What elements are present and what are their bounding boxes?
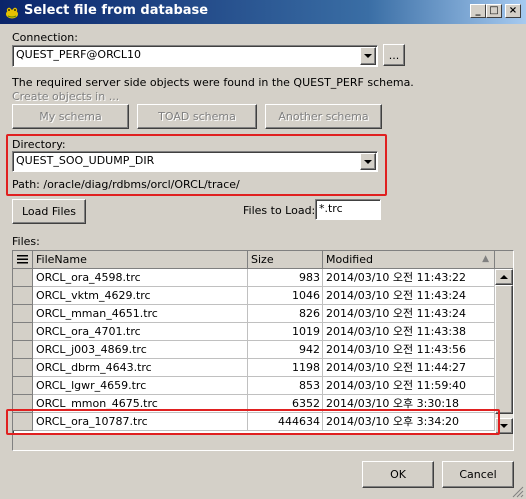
row-indicator[interactable] <box>13 305 33 323</box>
directory-dropdown-button[interactable] <box>360 153 376 170</box>
connection-browse-button[interactable]: ... <box>383 44 405 66</box>
horizontal-scrollbar[interactable] <box>13 434 513 450</box>
scroll-down-icon <box>500 424 508 428</box>
directory-label: Directory: <box>12 138 66 151</box>
create-objects-link[interactable]: Create objects in ... <box>12 90 119 103</box>
row-indicator[interactable] <box>13 359 33 377</box>
toad-app-icon <box>6 7 18 19</box>
column-header-modified-label: Modified <box>326 253 373 266</box>
grid-menu-header[interactable] <box>13 251 33 269</box>
maximize-icon: □ <box>489 5 499 16</box>
my-schema-button[interactable]: My schema <box>12 104 129 129</box>
chevron-down-icon <box>364 159 372 164</box>
ok-label: OK <box>390 468 406 481</box>
cell-modified: 2014/03/10 오전 11:43:24 <box>323 305 495 323</box>
directory-combo[interactable]: QUEST_SOO_UDUMP_DIR <box>12 151 378 172</box>
cell-size: 1046 <box>248 287 323 305</box>
scroll-up-icon <box>500 275 508 279</box>
table-row[interactable]: ORCL_mman_4651.trc 826 2014/03/10 오전 11:43… <box>13 305 495 323</box>
browse-label: ... <box>388 48 400 62</box>
cancel-label: Cancel <box>459 468 497 481</box>
cell-modified: 2014/03/10 오전 11:43:22 <box>323 269 495 287</box>
table-row[interactable]: ORCL_vktm_4629.trc 1046 2014/03/10 오전 11:4… <box>13 287 495 305</box>
maximize-button[interactable]: □ <box>486 4 502 18</box>
scroll-up-button[interactable] <box>495 269 513 285</box>
cell-modified: 2014/03/10 오전 11:59:40 <box>323 377 495 395</box>
connection-value: QUEST_PERF@ORCL10 <box>16 48 141 61</box>
connection-dropdown-button[interactable] <box>360 47 376 65</box>
cell-modified: 2014/03/10 오전 11:43:56 <box>323 341 495 359</box>
my-schema-label: My schema <box>39 110 102 123</box>
table-row[interactable]: ORCL_j003_4869.trc 942 2014/03/10 오전 11:43… <box>13 341 495 359</box>
chevron-down-icon <box>364 54 372 58</box>
cell-filename: ORCL_j003_4869.trc <box>33 341 248 359</box>
minimize-icon: _ <box>475 5 481 16</box>
cell-size: 853 <box>248 377 323 395</box>
row-indicator[interactable] <box>13 269 33 287</box>
table-row[interactable]: ORCL_ora_4598.trc 983 2014/03/10 오전 11:43:… <box>13 269 495 287</box>
toad-schema-label: TOAD schema <box>158 110 236 123</box>
cell-size: 942 <box>248 341 323 359</box>
directory-value: QUEST_SOO_UDUMP_DIR <box>16 154 155 167</box>
toad-schema-button[interactable]: TOAD schema <box>137 104 257 129</box>
header-filler <box>495 251 513 269</box>
window-title: Select file from database <box>24 3 209 18</box>
another-schema-label: Another schema <box>278 110 369 123</box>
column-header-filename[interactable]: FileName <box>33 251 248 269</box>
title-bar[interactable]: Select file from database _ □ × <box>0 0 526 24</box>
column-header-size[interactable]: Size <box>248 251 323 269</box>
column-header-modified[interactable]: Modified ▲ <box>323 251 495 269</box>
connection-combo[interactable]: QUEST_PERF@ORCL10 <box>12 45 378 67</box>
cell-filename: ORCL_lgwr_4659.trc <box>33 377 248 395</box>
cell-modified: 2014/03/10 오전 11:43:24 <box>323 287 495 305</box>
cell-size: 983 <box>248 269 323 287</box>
row-indicator[interactable] <box>13 323 33 341</box>
close-button[interactable]: × <box>505 4 521 18</box>
close-icon: × <box>508 5 518 16</box>
list-icon <box>17 255 28 264</box>
table-row[interactable]: ORCL_ora_4701.trc 1019 2014/03/10 오전 11:43… <box>13 323 495 341</box>
load-files-label: Load Files <box>21 205 77 218</box>
row-indicator[interactable] <box>13 287 33 305</box>
row-indicator[interactable] <box>13 377 33 395</box>
directory-path: Path: /oracle/diag/rdbms/orcl/ORCL/trace… <box>12 178 240 191</box>
cell-modified: 2014/03/10 오전 11:43:38 <box>323 323 495 341</box>
cell-filename: ORCL_mman_4651.trc <box>33 305 248 323</box>
cell-size: 1198 <box>248 359 323 377</box>
scroll-thumb[interactable] <box>495 285 513 414</box>
connection-label: Connection: <box>12 31 78 44</box>
table-row[interactable]: ORCL_lgwr_4659.trc 853 2014/03/10 오전 11:59… <box>13 377 495 395</box>
load-files-button[interactable]: Load Files <box>12 199 86 224</box>
sort-ascending-icon: ▲ <box>482 254 489 264</box>
row-indicator[interactable] <box>13 341 33 359</box>
another-schema-button[interactable]: Another schema <box>265 104 382 129</box>
files-to-load-value: *.trc <box>319 202 343 215</box>
ok-button[interactable]: OK <box>362 461 434 488</box>
cell-filename: ORCL_ora_4701.trc <box>33 323 248 341</box>
table-row[interactable]: ORCL_dbrm_4643.trc 1198 2014/03/10 오전 11:4… <box>13 359 495 377</box>
files-label: Files: <box>12 235 40 248</box>
cell-filename: ORCL_ora_4598.trc <box>33 269 248 287</box>
schema-message: The required server side objects were fo… <box>12 76 414 89</box>
cell-filename: ORCL_vktm_4629.trc <box>33 287 248 305</box>
cell-filename: ORCL_dbrm_4643.trc <box>33 359 248 377</box>
files-to-load-input[interactable]: *.trc <box>315 199 381 220</box>
cell-size: 1019 <box>248 323 323 341</box>
files-to-load-label: Files to Load: <box>243 204 316 217</box>
resize-grip-icon[interactable] <box>512 486 524 498</box>
selected-file-highlight-box <box>6 409 500 435</box>
cell-size: 826 <box>248 305 323 323</box>
cancel-button[interactable]: Cancel <box>442 461 514 488</box>
cell-modified: 2014/03/10 오전 11:44:27 <box>323 359 495 377</box>
minimize-button[interactable]: _ <box>470 4 486 18</box>
